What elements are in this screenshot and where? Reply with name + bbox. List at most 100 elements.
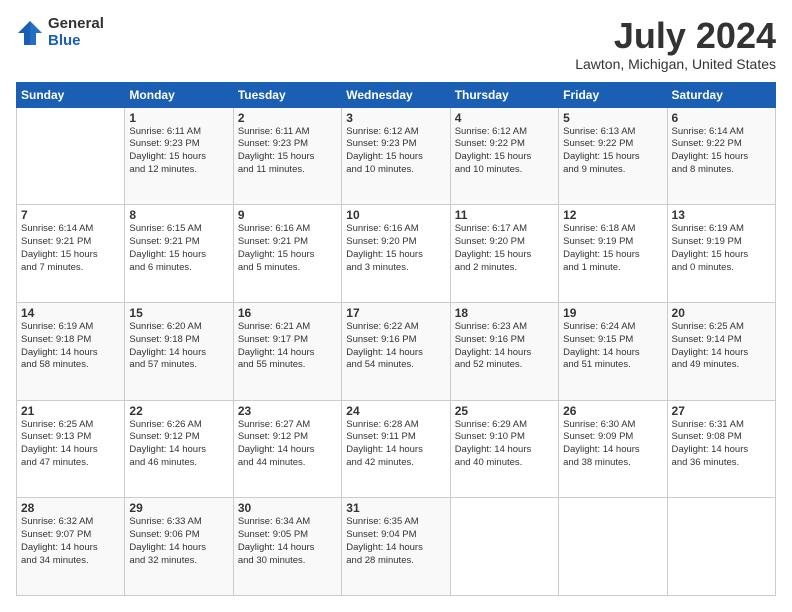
- day-info: Sunrise: 6:13 AM Sunset: 9:22 PM Dayligh…: [563, 126, 662, 177]
- calendar-day-header: Saturday: [667, 82, 775, 107]
- day-info: Sunrise: 6:19 AM Sunset: 9:18 PM Dayligh…: [21, 321, 120, 372]
- calendar-cell: 19Sunrise: 6:24 AM Sunset: 9:15 PM Dayli…: [559, 302, 667, 400]
- calendar-week-row: 14Sunrise: 6:19 AM Sunset: 9:18 PM Dayli…: [17, 302, 776, 400]
- calendar-day-header: Thursday: [450, 82, 558, 107]
- subtitle: Lawton, Michigan, United States: [575, 56, 776, 72]
- day-info: Sunrise: 6:17 AM Sunset: 9:20 PM Dayligh…: [455, 223, 554, 274]
- day-number: 12: [563, 208, 662, 222]
- calendar-cell: 24Sunrise: 6:28 AM Sunset: 9:11 PM Dayli…: [342, 400, 450, 498]
- day-info: Sunrise: 6:14 AM Sunset: 9:22 PM Dayligh…: [672, 126, 771, 177]
- calendar-day-header: Monday: [125, 82, 233, 107]
- calendar-cell: 13Sunrise: 6:19 AM Sunset: 9:19 PM Dayli…: [667, 205, 775, 303]
- day-info: Sunrise: 6:20 AM Sunset: 9:18 PM Dayligh…: [129, 321, 228, 372]
- day-number: 10: [346, 208, 445, 222]
- day-info: Sunrise: 6:14 AM Sunset: 9:21 PM Dayligh…: [21, 223, 120, 274]
- calendar-cell: [559, 498, 667, 596]
- calendar-cell: 9Sunrise: 6:16 AM Sunset: 9:21 PM Daylig…: [233, 205, 341, 303]
- calendar-cell: 21Sunrise: 6:25 AM Sunset: 9:13 PM Dayli…: [17, 400, 125, 498]
- day-info: Sunrise: 6:26 AM Sunset: 9:12 PM Dayligh…: [129, 419, 228, 470]
- day-number: 31: [346, 501, 445, 515]
- day-number: 21: [21, 404, 120, 418]
- day-number: 2: [238, 111, 337, 125]
- calendar-cell: 10Sunrise: 6:16 AM Sunset: 9:20 PM Dayli…: [342, 205, 450, 303]
- day-number: 24: [346, 404, 445, 418]
- calendar-cell: 8Sunrise: 6:15 AM Sunset: 9:21 PM Daylig…: [125, 205, 233, 303]
- calendar-cell: [667, 498, 775, 596]
- day-info: Sunrise: 6:29 AM Sunset: 9:10 PM Dayligh…: [455, 419, 554, 470]
- calendar-cell: 28Sunrise: 6:32 AM Sunset: 9:07 PM Dayli…: [17, 498, 125, 596]
- calendar-cell: 31Sunrise: 6:35 AM Sunset: 9:04 PM Dayli…: [342, 498, 450, 596]
- calendar-cell: [17, 107, 125, 205]
- calendar-cell: 2Sunrise: 6:11 AM Sunset: 9:23 PM Daylig…: [233, 107, 341, 205]
- calendar-week-row: 1Sunrise: 6:11 AM Sunset: 9:23 PM Daylig…: [17, 107, 776, 205]
- calendar-week-row: 28Sunrise: 6:32 AM Sunset: 9:07 PM Dayli…: [17, 498, 776, 596]
- day-info: Sunrise: 6:25 AM Sunset: 9:13 PM Dayligh…: [21, 419, 120, 470]
- calendar-cell: 23Sunrise: 6:27 AM Sunset: 9:12 PM Dayli…: [233, 400, 341, 498]
- day-number: 15: [129, 306, 228, 320]
- calendar-cell: 6Sunrise: 6:14 AM Sunset: 9:22 PM Daylig…: [667, 107, 775, 205]
- day-info: Sunrise: 6:11 AM Sunset: 9:23 PM Dayligh…: [129, 126, 228, 177]
- calendar-cell: 20Sunrise: 6:25 AM Sunset: 9:14 PM Dayli…: [667, 302, 775, 400]
- day-info: Sunrise: 6:30 AM Sunset: 9:09 PM Dayligh…: [563, 419, 662, 470]
- day-info: Sunrise: 6:24 AM Sunset: 9:15 PM Dayligh…: [563, 321, 662, 372]
- day-number: 8: [129, 208, 228, 222]
- calendar-cell: 15Sunrise: 6:20 AM Sunset: 9:18 PM Dayli…: [125, 302, 233, 400]
- day-info: Sunrise: 6:11 AM Sunset: 9:23 PM Dayligh…: [238, 126, 337, 177]
- day-info: Sunrise: 6:12 AM Sunset: 9:23 PM Dayligh…: [346, 126, 445, 177]
- day-number: 23: [238, 404, 337, 418]
- main-title: July 2024: [575, 16, 776, 56]
- calendar-cell: 29Sunrise: 6:33 AM Sunset: 9:06 PM Dayli…: [125, 498, 233, 596]
- calendar-day-header: Tuesday: [233, 82, 341, 107]
- calendar-cell: 26Sunrise: 6:30 AM Sunset: 9:09 PM Dayli…: [559, 400, 667, 498]
- day-number: 20: [672, 306, 771, 320]
- logo-icon: [16, 19, 44, 47]
- day-info: Sunrise: 6:34 AM Sunset: 9:05 PM Dayligh…: [238, 516, 337, 567]
- calendar-body: 1Sunrise: 6:11 AM Sunset: 9:23 PM Daylig…: [17, 107, 776, 595]
- day-info: Sunrise: 6:27 AM Sunset: 9:12 PM Dayligh…: [238, 419, 337, 470]
- calendar-cell: 16Sunrise: 6:21 AM Sunset: 9:17 PM Dayli…: [233, 302, 341, 400]
- calendar-cell: [450, 498, 558, 596]
- day-number: 19: [563, 306, 662, 320]
- calendar-table: SundayMondayTuesdayWednesdayThursdayFrid…: [16, 82, 776, 596]
- day-info: Sunrise: 6:28 AM Sunset: 9:11 PM Dayligh…: [346, 419, 445, 470]
- logo: General Blue: [16, 16, 104, 49]
- day-info: Sunrise: 6:33 AM Sunset: 9:06 PM Dayligh…: [129, 516, 228, 567]
- calendar-cell: 27Sunrise: 6:31 AM Sunset: 9:08 PM Dayli…: [667, 400, 775, 498]
- calendar-cell: 17Sunrise: 6:22 AM Sunset: 9:16 PM Dayli…: [342, 302, 450, 400]
- day-number: 25: [455, 404, 554, 418]
- day-info: Sunrise: 6:31 AM Sunset: 9:08 PM Dayligh…: [672, 419, 771, 470]
- day-info: Sunrise: 6:12 AM Sunset: 9:22 PM Dayligh…: [455, 126, 554, 177]
- day-number: 28: [21, 501, 120, 515]
- day-number: 22: [129, 404, 228, 418]
- calendar-week-row: 21Sunrise: 6:25 AM Sunset: 9:13 PM Dayli…: [17, 400, 776, 498]
- calendar-header-row: SundayMondayTuesdayWednesdayThursdayFrid…: [17, 82, 776, 107]
- day-info: Sunrise: 6:16 AM Sunset: 9:21 PM Dayligh…: [238, 223, 337, 274]
- day-number: 29: [129, 501, 228, 515]
- logo-blue-text: Blue: [48, 33, 104, 50]
- day-number: 26: [563, 404, 662, 418]
- day-number: 6: [672, 111, 771, 125]
- calendar-cell: 22Sunrise: 6:26 AM Sunset: 9:12 PM Dayli…: [125, 400, 233, 498]
- page: General Blue July 2024 Lawton, Michigan,…: [0, 0, 792, 612]
- calendar-cell: 18Sunrise: 6:23 AM Sunset: 9:16 PM Dayli…: [450, 302, 558, 400]
- day-number: 13: [672, 208, 771, 222]
- calendar-day-header: Wednesday: [342, 82, 450, 107]
- day-number: 3: [346, 111, 445, 125]
- calendar-day-header: Sunday: [17, 82, 125, 107]
- day-number: 17: [346, 306, 445, 320]
- day-info: Sunrise: 6:15 AM Sunset: 9:21 PM Dayligh…: [129, 223, 228, 274]
- day-number: 27: [672, 404, 771, 418]
- day-number: 7: [21, 208, 120, 222]
- calendar-cell: 12Sunrise: 6:18 AM Sunset: 9:19 PM Dayli…: [559, 205, 667, 303]
- calendar-cell: 7Sunrise: 6:14 AM Sunset: 9:21 PM Daylig…: [17, 205, 125, 303]
- calendar-cell: 25Sunrise: 6:29 AM Sunset: 9:10 PM Dayli…: [450, 400, 558, 498]
- day-info: Sunrise: 6:19 AM Sunset: 9:19 PM Dayligh…: [672, 223, 771, 274]
- day-info: Sunrise: 6:18 AM Sunset: 9:19 PM Dayligh…: [563, 223, 662, 274]
- calendar-cell: 4Sunrise: 6:12 AM Sunset: 9:22 PM Daylig…: [450, 107, 558, 205]
- day-number: 30: [238, 501, 337, 515]
- calendar-week-row: 7Sunrise: 6:14 AM Sunset: 9:21 PM Daylig…: [17, 205, 776, 303]
- day-info: Sunrise: 6:22 AM Sunset: 9:16 PM Dayligh…: [346, 321, 445, 372]
- calendar-cell: 3Sunrise: 6:12 AM Sunset: 9:23 PM Daylig…: [342, 107, 450, 205]
- logo-text: General Blue: [48, 16, 104, 49]
- calendar-cell: 14Sunrise: 6:19 AM Sunset: 9:18 PM Dayli…: [17, 302, 125, 400]
